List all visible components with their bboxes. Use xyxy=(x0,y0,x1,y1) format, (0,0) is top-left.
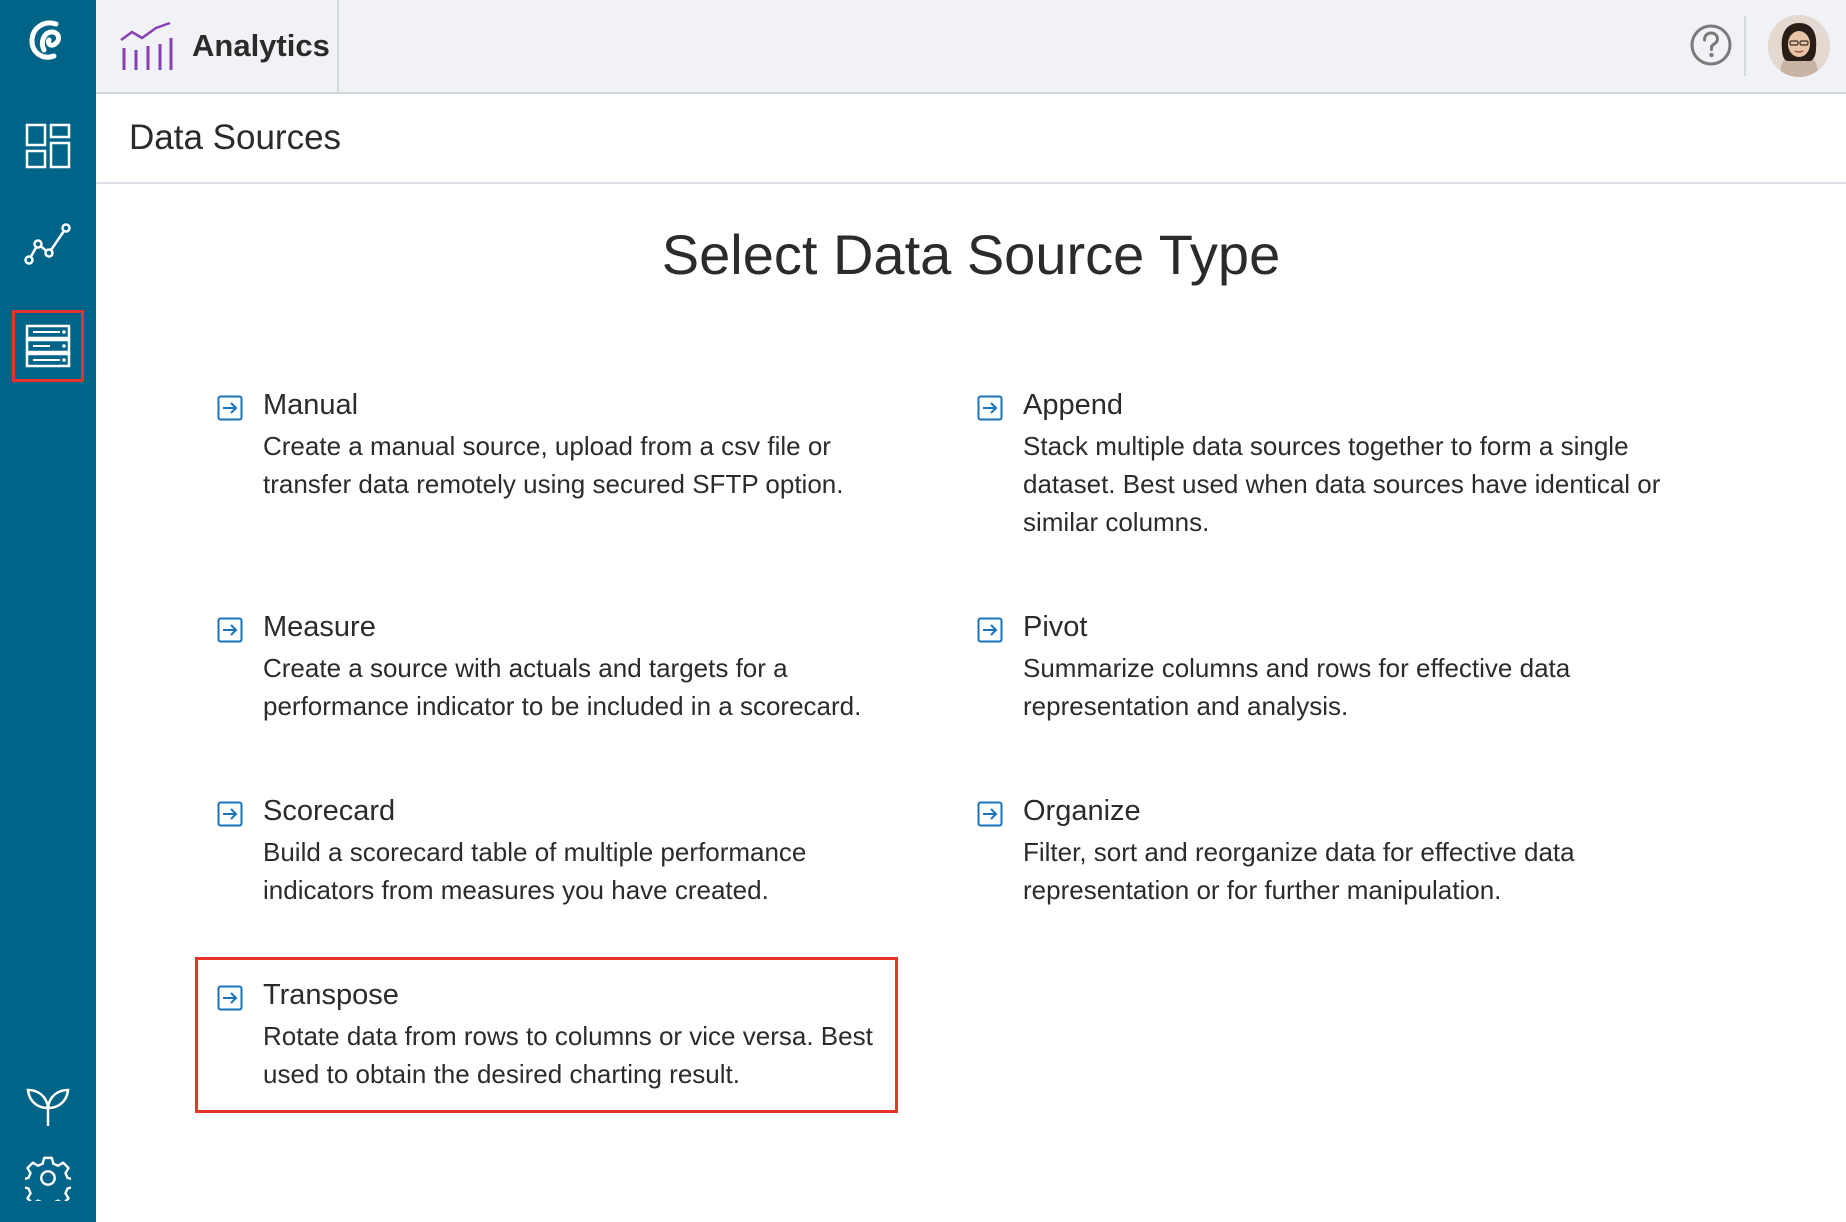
arrow-right-box-icon xyxy=(217,617,243,643)
option-title: Manual xyxy=(263,389,359,421)
option-description: Build a scorecard table of multiple perf… xyxy=(263,837,807,905)
option-title: Organize xyxy=(1023,795,1141,827)
page-title: Data Sources xyxy=(129,118,342,157)
arrow-right-box-icon xyxy=(217,395,243,421)
page-header: Data Sources xyxy=(96,94,1846,184)
option-description: Create a source with actuals and targets… xyxy=(263,653,862,721)
option-description: Create a manual source, upload from a cs… xyxy=(263,431,844,499)
app-switcher[interactable]: Analytics xyxy=(96,0,339,92)
gear-icon[interactable] xyxy=(12,1142,84,1214)
logo-icon[interactable] xyxy=(12,4,84,76)
option-description: Rotate data from rows to columns or vice… xyxy=(263,1021,873,1089)
sprout-icon[interactable] xyxy=(12,1070,84,1142)
top-bar: Analytics xyxy=(96,0,1846,94)
question-circle-icon xyxy=(1690,24,1732,66)
arrow-right-box-icon xyxy=(217,985,243,1011)
arrow-right-box-icon xyxy=(977,395,1003,421)
option-description: Summarize columns and rows for effective… xyxy=(1023,653,1571,721)
option-title: Pivot xyxy=(1023,611,1088,643)
app-title: Analytics xyxy=(192,28,330,63)
dashboard-grid-icon[interactable] xyxy=(12,110,84,182)
left-nav-rail xyxy=(0,0,96,1222)
main-heading: Select Data Source Type xyxy=(661,223,1281,286)
analytics-app-icon xyxy=(120,21,173,70)
option-description: Stack multiple data sources together to … xyxy=(1023,431,1661,537)
line-chart-icon[interactable] xyxy=(12,208,84,280)
option-title: Scorecard xyxy=(263,795,396,827)
arrow-right-box-icon xyxy=(977,801,1003,827)
topbar-divider xyxy=(1744,16,1746,76)
help-button[interactable] xyxy=(1688,22,1734,68)
option-title: Append xyxy=(1023,389,1123,421)
user-avatar[interactable] xyxy=(1768,15,1830,77)
arrow-right-box-icon xyxy=(977,617,1003,643)
option-title: Measure xyxy=(263,611,376,643)
option-description: Filter, sort and reorganize data for eff… xyxy=(1023,837,1575,905)
arrow-right-box-icon xyxy=(217,801,243,827)
option-title: Transpose xyxy=(263,979,399,1011)
data-sources-icon[interactable] xyxy=(12,310,84,382)
